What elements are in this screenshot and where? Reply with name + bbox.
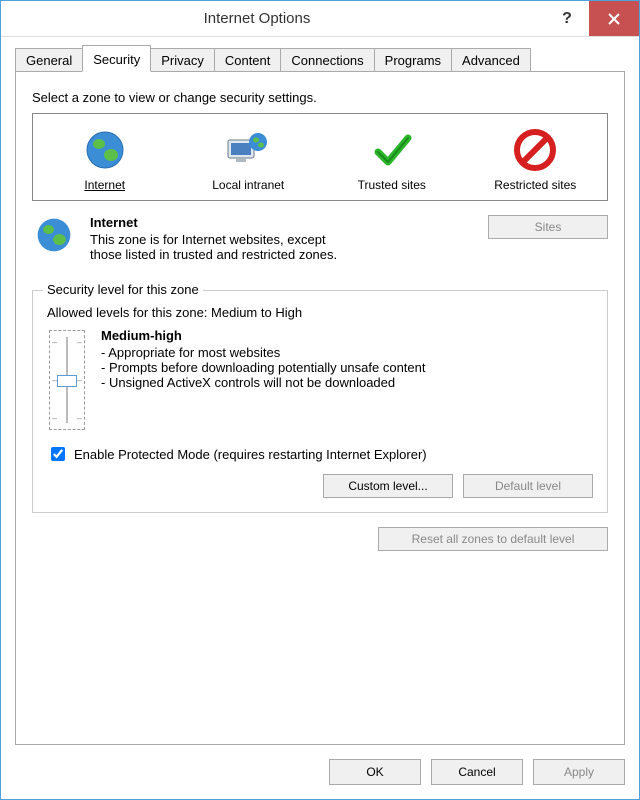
tab-connections[interactable]: Connections [280, 48, 374, 72]
titlebar: Internet Options ? [1, 1, 639, 37]
apply-button[interactable]: Apply [533, 759, 625, 785]
internet-options-dialog: Internet Options ? General Security Priv… [0, 0, 640, 800]
tab-advanced[interactable]: Advanced [451, 48, 531, 72]
default-level-button[interactable]: Default level [463, 474, 593, 498]
zone-trusted-sites[interactable]: Trusted sites [324, 124, 460, 194]
protected-mode-checkbox[interactable] [51, 447, 65, 461]
protected-mode-label[interactable]: Enable Protected Mode (requires restarti… [74, 447, 427, 462]
zone-local-intranet[interactable]: Local intranet [181, 124, 317, 194]
computer-globe-icon [224, 128, 272, 172]
globe-icon [34, 215, 74, 255]
zone-description-text: This zone is for Internet websites, exce… [90, 232, 350, 262]
zone-name-heading: Internet [90, 215, 464, 230]
cancel-button[interactable]: Cancel [431, 759, 523, 785]
security-level-description: Medium-high Appropriate for most website… [101, 328, 593, 430]
window-title: Internet Options [9, 10, 545, 27]
zone-label: Local intranet [183, 178, 315, 192]
ok-button[interactable]: OK [329, 759, 421, 785]
tab-general[interactable]: General [15, 48, 83, 72]
level-name: Medium-high [101, 328, 593, 343]
globe-icon [83, 128, 127, 172]
security-level-group: Security level for this zone Allowed lev… [32, 290, 608, 513]
tab-security[interactable]: Security [82, 45, 151, 72]
security-level-slider[interactable]: –– –– –– [49, 330, 85, 430]
checkmark-icon [370, 128, 414, 172]
custom-level-button[interactable]: Custom level... [323, 474, 453, 498]
zone-description: Internet This zone is for Internet websi… [90, 215, 464, 262]
zone-selector: Internet Local intranet [32, 113, 608, 201]
tab-strip: General Security Privacy Content Connect… [15, 47, 625, 72]
reset-all-zones-button[interactable]: Reset all zones to default level [378, 527, 608, 551]
allowed-levels-label: Allowed levels for this zone: Medium to … [47, 305, 593, 320]
zone-restricted-sites[interactable]: Restricted sites [468, 124, 604, 194]
sites-button[interactable]: Sites [488, 215, 608, 239]
level-bullet: Appropriate for most websites [101, 345, 593, 360]
zone-label: Internet [39, 178, 171, 192]
tab-programs[interactable]: Programs [374, 48, 452, 72]
no-entry-icon [513, 128, 557, 172]
help-button[interactable]: ? [545, 1, 589, 36]
zone-instruction: Select a zone to view or change security… [32, 90, 608, 105]
close-icon [608, 13, 620, 25]
security-panel: Select a zone to view or change security… [15, 71, 625, 745]
zone-label: Trusted sites [326, 178, 458, 192]
level-bullet: Prompts before downloading potentially u… [101, 360, 593, 375]
zone-label: Restricted sites [470, 178, 602, 192]
security-level-legend: Security level for this zone [43, 282, 203, 297]
level-bullet: Unsigned ActiveX controls will not be do… [101, 375, 593, 390]
tab-content[interactable]: Content [214, 48, 282, 72]
tab-privacy[interactable]: Privacy [150, 48, 215, 72]
dialog-footer: OK Cancel Apply [1, 745, 639, 799]
zone-internet[interactable]: Internet [37, 124, 173, 194]
close-button[interactable] [589, 1, 639, 36]
